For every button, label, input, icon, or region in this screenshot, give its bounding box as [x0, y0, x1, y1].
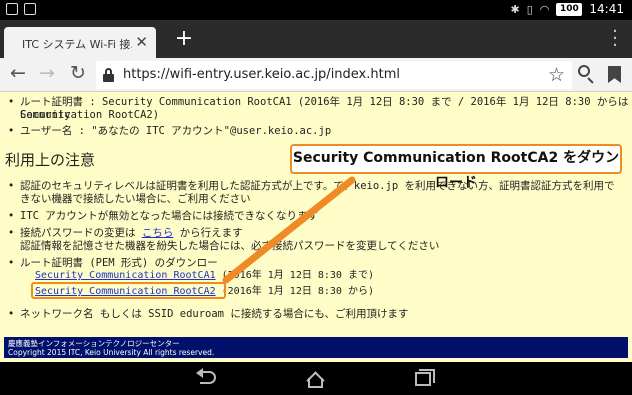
- clock: 14:41: [589, 2, 624, 16]
- forward-arrow-icon[interactable]: →: [35, 62, 59, 84]
- browser-toolbar: ← → ↻ https://wifi-entry.user.keio.ac.jp…: [0, 58, 632, 92]
- cert-row-ca1: Security Communication RootCA1 (2016年 1月…: [35, 270, 374, 281]
- list-item: 接続パスワードの変更は こちら から行えます: [8, 227, 243, 240]
- tab-title: ITC システム Wi-Fi 接...: [22, 38, 132, 51]
- status-bar: ✱ ▯ ◠ 100 14:41: [0, 0, 632, 20]
- vibrate-icon: ▯: [526, 2, 533, 16]
- nav-home-icon[interactable]: [302, 368, 330, 390]
- menu-dots-icon[interactable]: · · ·: [610, 23, 620, 55]
- tab-active[interactable]: ITC システム Wi-Fi 接... ✕: [4, 27, 156, 58]
- url-bar[interactable]: https://wifi-entry.user.keio.ac.jp/index…: [96, 61, 572, 89]
- list-item: ユーザー名 : "あなたの ITC アカウント"@user.keio.ac.jp: [8, 125, 331, 138]
- close-icon[interactable]: ✕: [135, 33, 148, 51]
- nav-recent-icon[interactable]: [411, 368, 439, 390]
- nav-back-icon[interactable]: [194, 368, 222, 390]
- callout-label: Security Communication RootCA2 をダウンロード: [290, 144, 622, 191]
- url-text[interactable]: https://wifi-entry.user.keio.ac.jp/index…: [123, 67, 400, 82]
- footer-copyright: Copyright 2015 ITC, Keio University All …: [8, 348, 215, 357]
- status-left: [6, 3, 36, 15]
- plus-icon[interactable]: +: [170, 28, 198, 52]
- page-footer: 慶應義塾インフォメーションテクノロジーセンター Copyright 2015 I…: [4, 337, 628, 358]
- lock-icon: [103, 68, 114, 82]
- web-page: ルート証明書 : Security Communication RootCA1 …: [0, 92, 632, 362]
- reload-icon[interactable]: ↻: [66, 62, 90, 84]
- section-title: 利用上の注意: [5, 151, 96, 169]
- footer-org: 慶應義塾インフォメーションテクノロジーセンター: [8, 339, 180, 348]
- list-item: ITC アカウントが無効となった場合には接続できなくなります: [8, 210, 318, 223]
- list-item: ルート証明書 (PEM 形式) のダウンロー: [8, 257, 218, 270]
- star-icon[interactable]: ☆: [548, 64, 565, 86]
- clipboard-icon: [24, 3, 36, 15]
- system-nav-bar: [0, 362, 632, 395]
- status-right: ✱ ▯ ◠ 100 14:41: [511, 2, 624, 16]
- list-item-cont: Communication RootCA2): [20, 109, 160, 121]
- rootca1-link[interactable]: Security Communication RootCA1: [35, 270, 216, 281]
- notification-icon: [6, 3, 18, 15]
- bookmark-icon[interactable]: [608, 66, 621, 83]
- bluetooth-icon: ✱: [510, 2, 520, 16]
- wifi-icon: ◠: [539, 2, 550, 16]
- list-item: 認証のセキュリティレベルは証明書を利用した認証方式が上です。で、keio.jp …: [8, 180, 614, 193]
- tab-bar: ITC システム Wi-Fi 接... ✕ + · · ·: [0, 20, 632, 58]
- battery-icon: 100: [556, 2, 583, 16]
- list-item-cont: 認証情報を記憶させた機器を紛失した場合には、必ず接続パスワードを変更してください: [20, 240, 440, 252]
- list-item: ネットワーク名 もしくは SSID eduroam に接続する場合にも、ご利用頂…: [8, 308, 409, 321]
- list-item-cont: きない機器で接続したい場合に、ご利用ください: [20, 193, 251, 205]
- search-icon[interactable]: [576, 64, 598, 86]
- back-arrow-icon[interactable]: ←: [6, 62, 30, 84]
- highlight-box: [31, 282, 226, 299]
- change-password-link[interactable]: こちら: [142, 227, 174, 239]
